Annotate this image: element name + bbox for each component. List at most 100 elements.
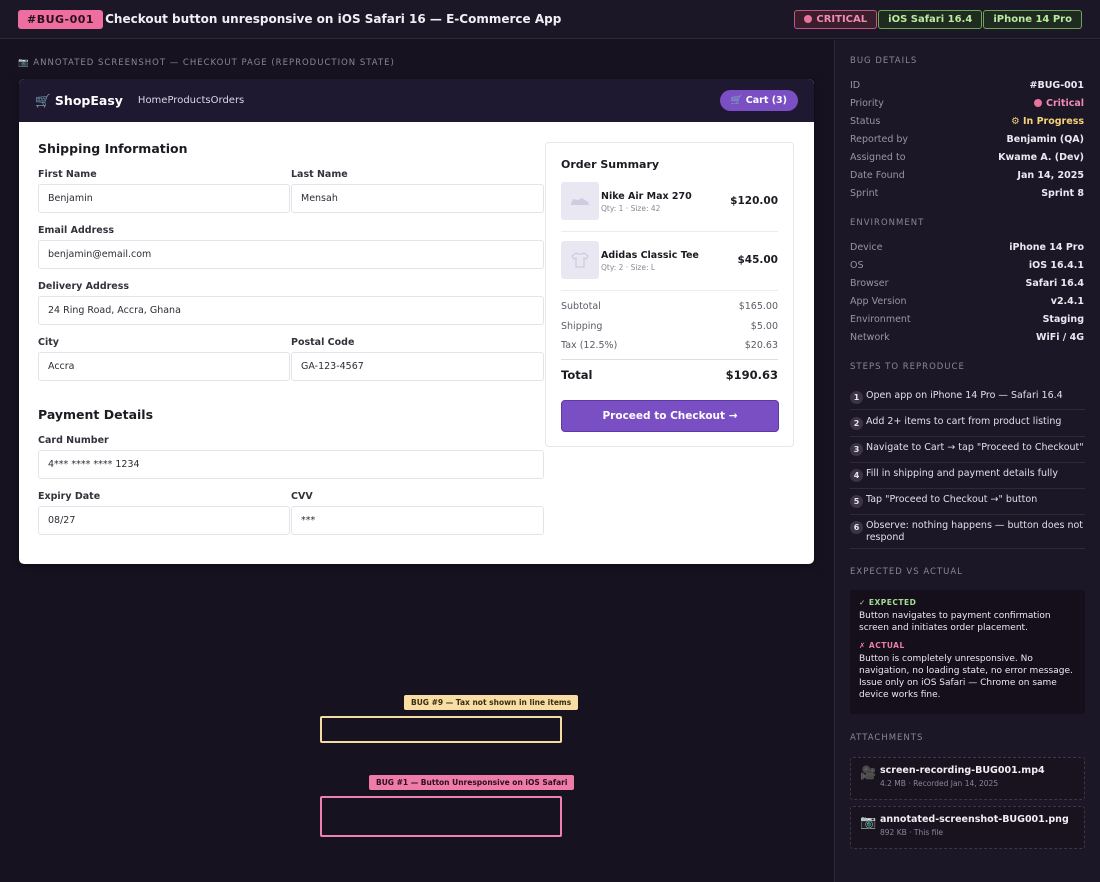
expiry-label: Expiry Date xyxy=(38,491,101,502)
tax-label: Tax (12.5%) xyxy=(561,340,618,351)
divider xyxy=(850,436,1085,437)
expected-actual-box: ✓ EXPECTED Button navigates to payment c… xyxy=(850,590,1085,714)
app-navbar: 🛒 ShopEasy Home Products Orders 🛒 Cart (… xyxy=(19,79,814,122)
step-item: 4 Fill in shipping and payment details fu… xyxy=(850,468,1085,482)
last-name-label: Last Name xyxy=(291,169,348,180)
annotation-box-bug-9 xyxy=(320,716,562,743)
detail-value: Kwame A. (Dev) xyxy=(998,152,1084,163)
video-camera-icon: 🎥 xyxy=(860,766,877,781)
bug-sidebar: BUG DETAILS ID #BUG-001 Priority Critica… xyxy=(834,40,1100,882)
actual-text: Button is completely unresponsive. No na… xyxy=(859,654,1073,700)
tag-device: iPhone 14 Pro xyxy=(983,9,1082,29)
cvv-label: CVV xyxy=(291,491,313,502)
card-number-label: Card Number xyxy=(38,435,109,446)
item-name: Adidas Classic Tee xyxy=(601,250,699,261)
postal-label: Postal Code xyxy=(291,337,355,348)
step-number: 2 xyxy=(850,417,863,430)
detail-label: Reported by xyxy=(850,134,909,145)
step-item: 3 Navigate to Cart → tap "Proceed to Chec… xyxy=(850,442,1085,456)
order-summary-title: Order Summary xyxy=(561,158,660,171)
item-price: $120.00 xyxy=(730,195,778,207)
city-field[interactable]: Accra xyxy=(38,352,290,381)
attachment-item[interactable]: 🎥 screen-recording-BUG001.mp4 4.2 MB · R… xyxy=(850,757,1085,800)
item-meta: Qty: 1 · Size: 42 xyxy=(601,204,661,213)
step-text: Open app on iPhone 14 Pro — Safari 16.4 xyxy=(866,390,1063,401)
step-number: 6 xyxy=(850,521,863,534)
step-text: Add 2+ items to cart from product listin… xyxy=(866,416,1062,427)
status-value: ⚙ In Progress xyxy=(1011,116,1084,127)
city-label: City xyxy=(38,337,59,348)
attachment-item[interactable]: 📷 annotated-screenshot-BUG001.png 892 KB… xyxy=(850,806,1085,849)
step-text: Tap "Proceed to Checkout →" button xyxy=(866,494,1038,505)
nav-link-products[interactable]: Products xyxy=(167,95,210,106)
divider xyxy=(850,462,1085,463)
step-number: 1 xyxy=(850,391,863,404)
email-field[interactable]: benjamin@email.com xyxy=(38,240,544,269)
annotation-label-bug-9: BUG #9 — Tax not shown in line items xyxy=(404,695,579,710)
expected-text: Button navigates to payment confirmation… xyxy=(859,611,1051,633)
shipping-label: Shipping xyxy=(561,321,603,332)
env-label: App Version xyxy=(850,296,907,307)
total-value: $190.63 xyxy=(725,368,778,382)
shoe-icon xyxy=(561,182,599,220)
cart-button[interactable]: 🛒 Cart (3) xyxy=(719,90,798,111)
expected-actual-heading: EXPECTED VS ACTUAL xyxy=(850,567,963,577)
env-label: Browser xyxy=(850,278,889,289)
step-item: 6 Observe: nothing happens — button does … xyxy=(850,520,1085,544)
bug-id-badge: #BUG-001 xyxy=(18,9,104,29)
step-item: 2 Add 2+ items to cart from product listi… xyxy=(850,416,1085,430)
cvv-field[interactable]: *** xyxy=(291,506,544,535)
tax-value: $20.63 xyxy=(744,340,778,351)
detail-label: Date Found xyxy=(850,170,905,181)
subtotal-value: $165.00 xyxy=(738,301,778,312)
env-label: Environment xyxy=(850,314,911,325)
email-label: Email Address xyxy=(38,225,115,236)
divider xyxy=(561,231,778,232)
screenshot-caption: 📷 ANNOTATED SCREENSHOT — CHECKOUT PAGE (… xyxy=(18,58,395,68)
detail-label: ID xyxy=(850,80,861,91)
env-label: Device xyxy=(850,242,883,253)
bug-header: #BUG-001 Checkout button unresponsive on… xyxy=(0,0,1100,39)
bug-title: Checkout button unresponsive on iOS Safa… xyxy=(105,12,562,26)
postal-code-field[interactable]: GA-123-4567 xyxy=(291,352,544,381)
expiry-field[interactable]: 08/27 xyxy=(38,506,290,535)
nav-link-orders[interactable]: Orders xyxy=(211,95,245,106)
divider xyxy=(850,409,1085,410)
env-value: v2.4.1 xyxy=(1050,296,1084,307)
attachment-name[interactable]: screen-recording-BUG001.mp4 xyxy=(880,765,1045,776)
step-text: Fill in shipping and payment details ful… xyxy=(866,468,1058,479)
detail-label: Sprint xyxy=(850,188,879,199)
total-label: Total xyxy=(561,368,593,382)
step-text: Observe: nothing happens — button does n… xyxy=(866,520,1084,543)
divider xyxy=(850,548,1085,549)
nav-link-home[interactable]: Home xyxy=(138,95,168,106)
env-value: Staging xyxy=(1042,314,1084,325)
step-number: 3 xyxy=(850,443,863,456)
app-logo[interactable]: 🛒 ShopEasy xyxy=(35,93,123,109)
divider xyxy=(850,514,1085,515)
env-value: WiFi / 4G xyxy=(1036,332,1084,343)
order-summary: Order Summary Nike Air Max 270 Qty: 1 · … xyxy=(545,142,794,447)
attachment-name[interactable]: annotated-screenshot-BUG001.png xyxy=(880,814,1069,825)
proceed-to-checkout-button[interactable]: Proceed to Checkout → xyxy=(561,400,779,432)
annotation-label-bug-1: BUG #1 — Button Unresponsive on iOS Safa… xyxy=(369,775,575,790)
detail-value: Benjamin (QA) xyxy=(1006,134,1084,145)
attachments-heading: ATTACHMENTS xyxy=(850,733,924,743)
camera-icon: 📷 xyxy=(860,815,877,830)
last-name-field[interactable]: Mensah xyxy=(291,184,544,213)
detail-label: Priority xyxy=(850,98,884,109)
address-field[interactable]: 24 Ring Road, Accra, Ghana xyxy=(38,296,544,325)
detail-label: Status xyxy=(850,116,881,127)
env-label: Network xyxy=(850,332,890,343)
address-label: Delivery Address xyxy=(38,281,130,292)
attachment-meta: 4.2 MB · Recorded Jan 14, 2025 xyxy=(880,779,999,788)
priority-value-text: Critical xyxy=(1045,98,1084,109)
item-name: Nike Air Max 270 xyxy=(601,191,692,202)
shipping-value: $5.00 xyxy=(750,321,778,332)
card-number-field[interactable]: 4*** **** **** 1234 xyxy=(38,450,544,479)
detail-value: Sprint 8 xyxy=(1041,188,1084,199)
item-price: $45.00 xyxy=(737,254,778,266)
step-item: 1 Open app on iPhone 14 Pro — Safari 16.4 xyxy=(850,390,1085,404)
nav-links: Home Products Orders xyxy=(138,95,244,106)
first-name-field[interactable]: Benjamin xyxy=(38,184,290,213)
